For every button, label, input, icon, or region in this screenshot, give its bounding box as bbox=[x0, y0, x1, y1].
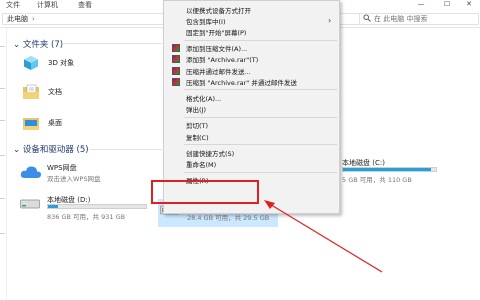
annotation-arrow bbox=[264, 200, 383, 273]
